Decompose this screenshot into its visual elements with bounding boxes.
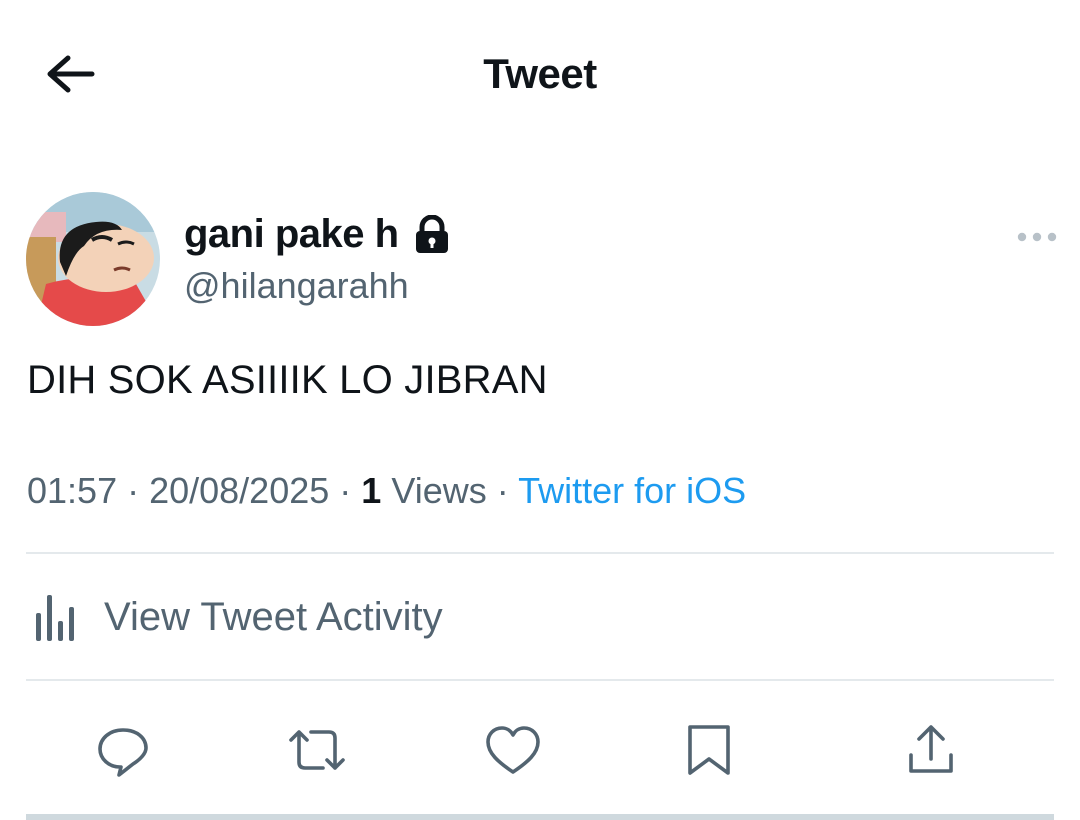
meta-separator: · [329, 470, 362, 511]
tweet-actions-bar [0, 715, 1080, 785]
page-title: Tweet [483, 50, 597, 97]
lock-icon [415, 214, 448, 253]
share-button[interactable] [896, 715, 966, 785]
bar-chart-icon [36, 595, 74, 641]
retweet-icon [289, 730, 345, 770]
meta-separator: · [117, 470, 150, 511]
tweet-meta: 01:57 · 20/08/2025 · 1 Views · Twitter f… [27, 470, 746, 512]
tweet-time: 01:57 [27, 470, 118, 511]
view-tweet-activity-button[interactable]: View Tweet Activity [26, 582, 626, 652]
retweet-button[interactable] [282, 715, 352, 785]
reply-button[interactable] [88, 715, 158, 785]
meta-separator: · [486, 470, 519, 511]
views-count: 1 [361, 470, 382, 511]
tweet-source-link[interactable]: Twitter for iOS [518, 470, 746, 511]
like-button[interactable] [478, 715, 548, 785]
top-bar: Tweet [0, 0, 1080, 150]
avatar-image [26, 192, 160, 326]
more-options-button[interactable] [1014, 226, 1060, 248]
author-name-row[interactable]: gani pake h [184, 212, 451, 257]
activity-label: View Tweet Activity [104, 594, 443, 639]
divider [26, 552, 1054, 554]
tweet-text: DIH SOK ASIIIIK LO JIBRAN [27, 358, 548, 402]
author-handle[interactable]: @hilangarahh [184, 265, 409, 307]
views-label: Views [391, 470, 487, 511]
reply-icon [98, 728, 148, 777]
tweet-date: 20/08/2025 [149, 470, 330, 511]
bottom-divider [26, 814, 1054, 820]
bookmark-icon [688, 725, 730, 775]
heart-icon [486, 726, 540, 774]
share-icon [909, 725, 953, 773]
avatar[interactable] [26, 192, 160, 326]
divider [26, 679, 1054, 681]
display-name[interactable]: gani pake h [184, 212, 399, 257]
bookmark-button[interactable] [674, 715, 744, 785]
more-dots-icon [1017, 232, 1057, 242]
